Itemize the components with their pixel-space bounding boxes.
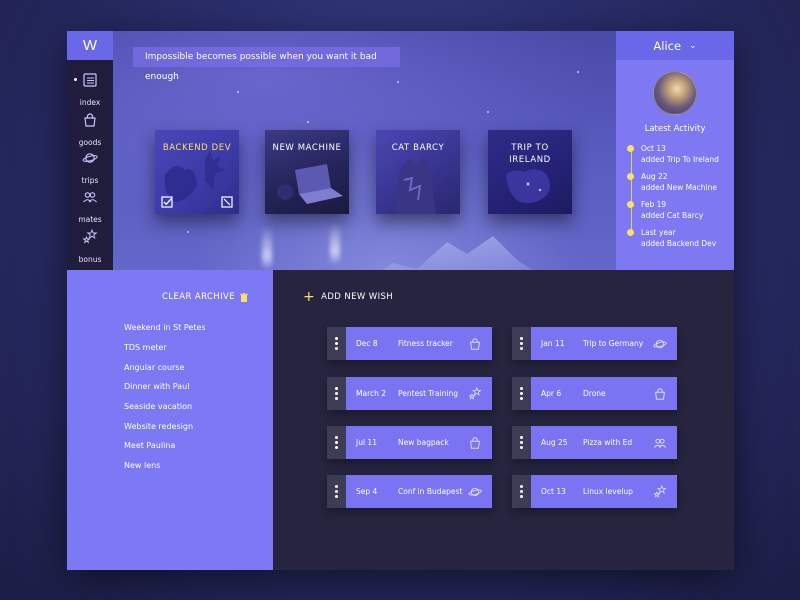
trash-icon: [239, 292, 248, 302]
activity-title: Latest Activity: [644, 124, 706, 134]
archive-item[interactable]: TDS meter: [124, 343, 167, 352]
wish-name: New bagpack: [398, 438, 449, 447]
wish-item[interactable]: Dec 8 Fitness tracker: [327, 327, 492, 360]
wish-item[interactable]: Sep 4 Conf in Budapest: [327, 475, 492, 508]
plus-icon: +: [303, 289, 316, 305]
planet-icon: [82, 153, 98, 163]
wish-name: Linux levelup: [583, 487, 633, 496]
card-title: BACKEND DEV: [162, 143, 232, 153]
stars-icon: [468, 386, 482, 400]
sidebar-item-label: trips: [81, 176, 99, 185]
wish-name: Pentest Training: [398, 389, 459, 398]
wish-item[interactable]: Oct 13 Linux levelup: [512, 475, 677, 508]
app-window: W index goods trips mates bonus Impossib…: [67, 31, 734, 570]
planet-icon: [468, 487, 482, 496]
expand-icon[interactable]: [221, 196, 233, 208]
shopping-bag-icon: [655, 387, 665, 400]
sidebar-item-bonus[interactable]: bonus: [67, 229, 113, 266]
sidebar-item-trips[interactable]: trips: [67, 150, 113, 187]
list-icon: [83, 73, 97, 87]
add-wish-button[interactable]: + ADD NEW WISH: [303, 289, 393, 305]
wish-date: March 2: [356, 389, 387, 398]
archive-panel: CLEAR ARCHIVE Weekend in St Petes TDS me…: [67, 270, 273, 570]
wish-item[interactable]: Aug 25 Pizza with Ed: [512, 426, 677, 459]
activity-item: Feb 19 added Cat Barcy: [627, 199, 703, 221]
wish-date: Jul 11: [356, 438, 377, 447]
activity-item: Oct 13 added Trip To Ireland: [627, 143, 719, 165]
drag-handle-icon[interactable]: [512, 327, 531, 360]
timeline-dot: [627, 201, 634, 208]
stars-icon: [82, 229, 98, 244]
stars-icon: [653, 484, 667, 498]
sidebar-item-label: goods: [78, 138, 102, 147]
drag-handle-icon[interactable]: [512, 377, 531, 410]
user-name: Alice: [653, 38, 682, 53]
activity-item: Aug 22 added New Machine: [627, 171, 717, 193]
timeline-dot: [627, 145, 634, 152]
card-title: NEW MACHINE: [272, 143, 342, 153]
drag-handle-icon[interactable]: [327, 327, 346, 360]
checkbox-icon[interactable]: [161, 196, 173, 208]
wish-date: Dec 8: [356, 339, 378, 348]
wish-item[interactable]: Jan 11 Trip to Germany: [512, 327, 677, 360]
drag-handle-icon[interactable]: [327, 426, 346, 459]
sidebar: W index goods trips mates bonus: [67, 31, 113, 270]
wish-name: Conf in Budapest: [398, 487, 463, 496]
activity-item: Last year added Backend Dev: [627, 227, 716, 249]
archive-item[interactable]: Weekend in St Petes: [124, 323, 206, 332]
wish-item[interactable]: March 2 Pentest Training: [327, 377, 492, 410]
user-menu[interactable]: Alice ⌄: [616, 31, 734, 60]
sidebar-item-goods[interactable]: goods: [67, 112, 113, 149]
wish-date: Aug 25: [541, 438, 568, 447]
sidebar-item-index[interactable]: index: [67, 72, 113, 109]
logo[interactable]: W: [67, 31, 113, 60]
wish-date: Sep 4: [356, 487, 378, 496]
people-icon: [653, 438, 667, 448]
archive-item[interactable]: Website redesign: [124, 422, 193, 431]
archive-item[interactable]: New lens: [124, 461, 160, 470]
wish-name: Drone: [583, 389, 606, 398]
shopping-bag-icon: [84, 113, 96, 127]
sidebar-item-label: mates: [78, 215, 102, 224]
drag-handle-icon[interactable]: [327, 377, 346, 410]
wish-date: Oct 13: [541, 487, 566, 496]
drag-handle-icon[interactable]: [512, 475, 531, 508]
active-indicator: [74, 78, 77, 81]
archive-item[interactable]: Seaside vacation: [124, 402, 192, 411]
timeline-dot: [627, 173, 634, 180]
sidebar-item-label: bonus: [78, 255, 102, 264]
sidebar-item-mates[interactable]: mates: [67, 189, 113, 226]
avatar[interactable]: [653, 71, 697, 115]
card-title: TRIP TO IRELAND: [509, 143, 551, 165]
goal-card[interactable]: CAT BARCY: [376, 130, 460, 214]
shopping-bag-icon: [470, 337, 480, 350]
archive-item[interactable]: Angular course: [124, 363, 184, 372]
chevron-down-icon: ⌄: [689, 40, 697, 51]
timeline-dot: [627, 229, 634, 236]
wish-item[interactable]: Jul 11 New bagpack: [327, 426, 492, 459]
shopping-bag-icon: [470, 436, 480, 449]
wish-item[interactable]: Apr 6 Drone: [512, 377, 677, 410]
header-banner: W index goods trips mates bonus Impossib…: [67, 31, 734, 270]
wish-date: Jan 11: [541, 339, 565, 348]
wish-name: Trip to Germany: [583, 339, 644, 348]
people-icon: [83, 192, 97, 203]
archive-item[interactable]: Meet Paulina: [124, 441, 175, 450]
drag-handle-icon[interactable]: [327, 475, 346, 508]
wish-date: Apr 6: [541, 389, 562, 398]
sidebar-item-label: index: [79, 98, 101, 107]
archive-item[interactable]: Dinner with Paul: [124, 382, 189, 391]
card-title: CAT BARCY: [391, 143, 445, 153]
wish-name: Pizza with Ed: [583, 438, 633, 447]
activity-panel: Alice ⌄ Latest Activity Oct 13 added Tri…: [616, 31, 734, 270]
planet-icon: [653, 339, 667, 348]
goal-card[interactable]: TRIP TO IRELAND: [488, 130, 572, 214]
goal-card[interactable]: NEW MACHINE: [265, 130, 349, 214]
wishes-panel: + ADD NEW WISH Dec 8 Fitness tracker Jan…: [273, 270, 734, 570]
clear-archive-button[interactable]: CLEAR ARCHIVE: [162, 292, 248, 302]
drag-handle-icon[interactable]: [512, 426, 531, 459]
wish-name: Fitness tracker: [398, 339, 453, 348]
motivation-quote: Impossible becomes possible when you wan…: [133, 47, 400, 82]
goal-card[interactable]: BACKEND DEV: [155, 130, 239, 214]
